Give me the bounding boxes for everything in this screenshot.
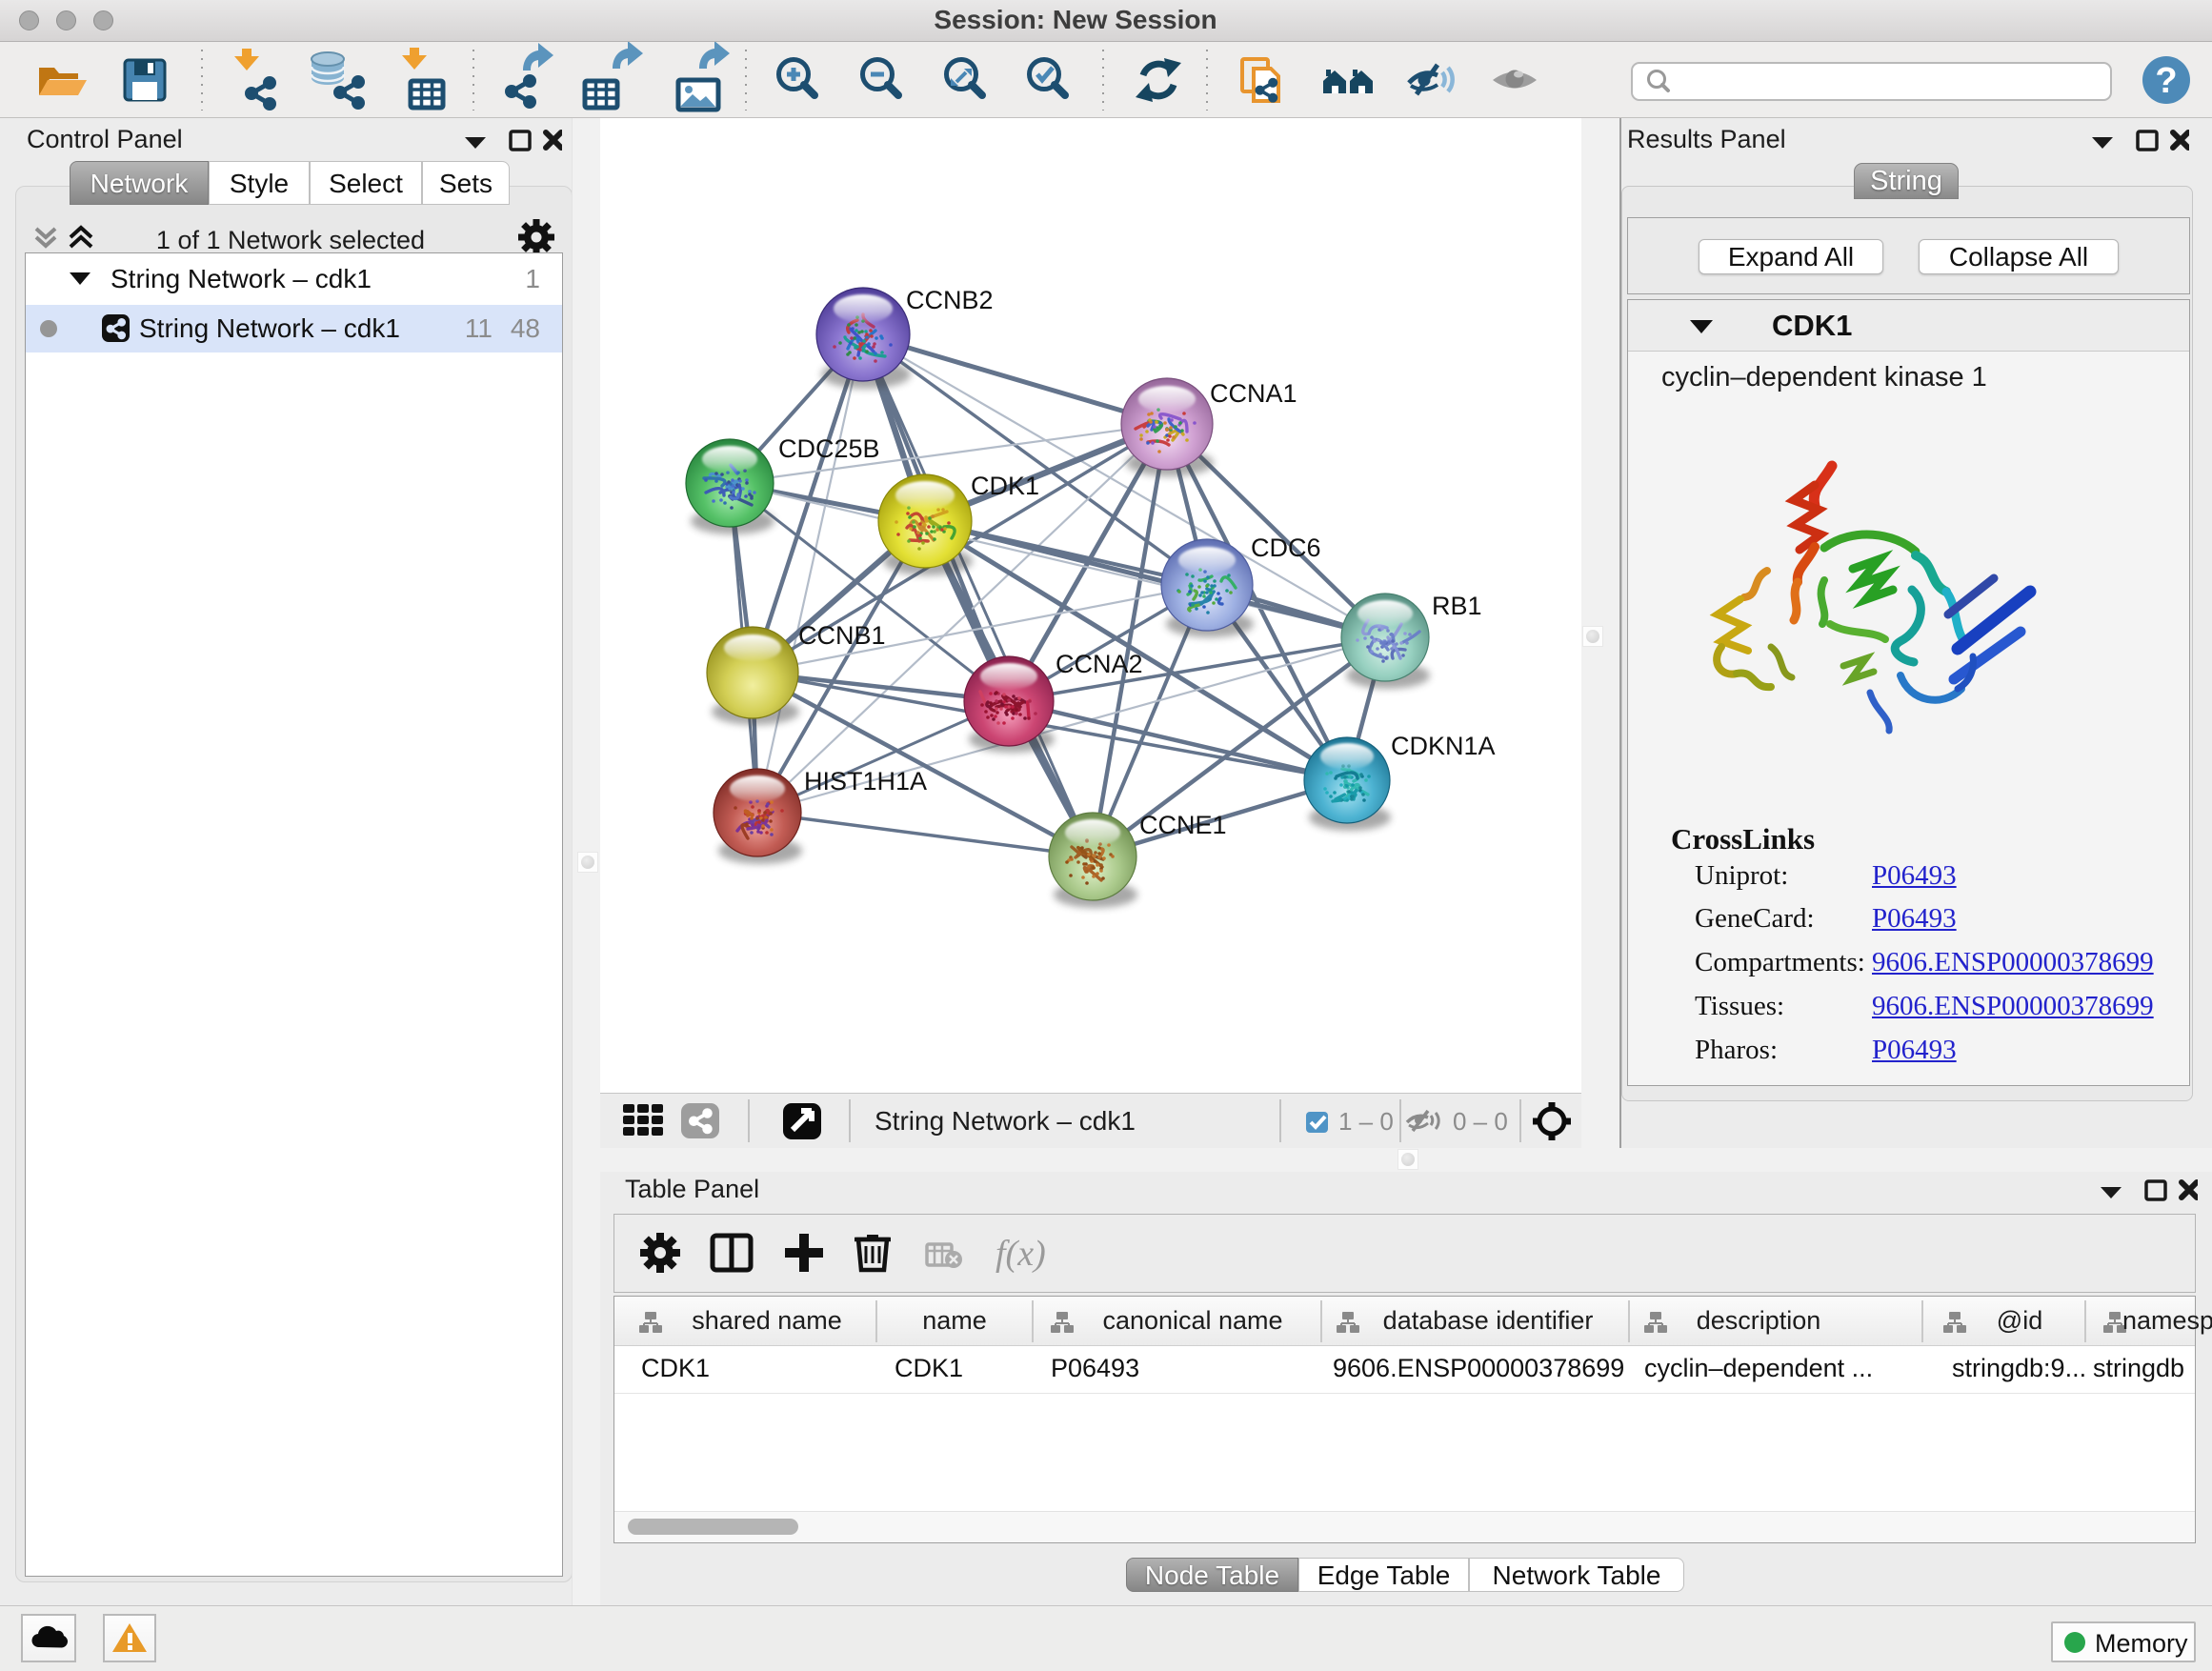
svg-text:CCNA2: CCNA2: [1056, 650, 1143, 678]
svg-text:RB1: RB1: [1432, 592, 1482, 620]
svg-text:CDKN1A: CDKN1A: [1391, 732, 1496, 760]
svg-text:CCNB2: CCNB2: [906, 286, 994, 314]
svg-text:CDC6: CDC6: [1251, 534, 1321, 562]
svg-text:f(x): f(x): [995, 1234, 1046, 1274]
svg-text:0 – 0: 0 – 0: [1453, 1107, 1508, 1136]
svg-text:CCNB1: CCNB1: [798, 621, 886, 650]
svg-text:CCNE1: CCNE1: [1139, 811, 1227, 839]
svg-text:?: ?: [2155, 61, 2177, 101]
svg-text:String Network – cdk1: String Network – cdk1: [875, 1106, 1136, 1136]
svg-text:CDC25B: CDC25B: [778, 434, 880, 463]
svg-text:CCNA1: CCNA1: [1210, 379, 1297, 408]
svg-text:CDK1: CDK1: [971, 472, 1039, 500]
svg-text:1 – 0: 1 – 0: [1338, 1107, 1394, 1136]
svg-text:HIST1H1A: HIST1H1A: [804, 767, 927, 795]
